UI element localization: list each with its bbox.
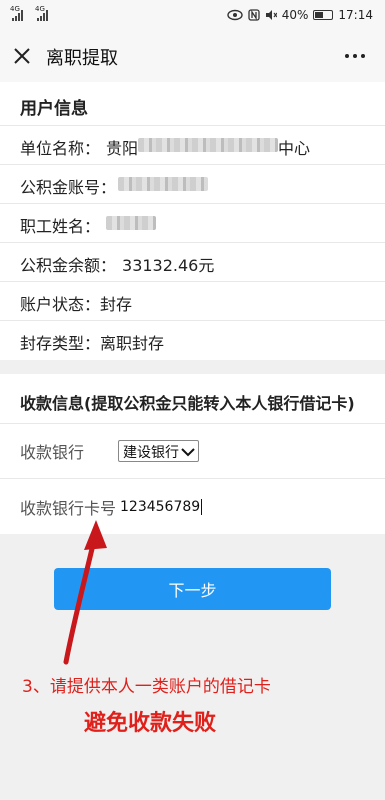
user-info-card: 用户信息 单位名称： 贵阳 中心 公积金账号： 职工姓名： 公积金余额： 331… xyxy=(0,82,385,360)
seal-type-row: 封存类型： 离职封存 xyxy=(0,321,385,360)
name-label: 职工姓名： xyxy=(20,217,101,236)
chevron-down-icon xyxy=(181,447,195,456)
user-info-heading: 用户信息 xyxy=(0,82,385,126)
name-row: 职工姓名： xyxy=(0,204,385,243)
employer-label: 单位名称： xyxy=(20,139,101,158)
annotation-text-line2: 避免收款失败 xyxy=(84,711,217,736)
card-number-label: 收款银行卡号 xyxy=(20,498,117,518)
redacted-employer xyxy=(138,138,279,152)
account-row: 公积金账号： xyxy=(0,165,385,204)
annotation-text-line1: 3、请提供本人一类账户的借记卡 xyxy=(22,677,271,697)
more-icon[interactable] xyxy=(345,46,367,66)
status-bar: 4G 4G 40% 17:14 xyxy=(0,0,385,30)
card-number-value: 123456789 xyxy=(120,498,201,515)
seal-type-label: 封存类型： xyxy=(20,334,101,353)
nfc-icon xyxy=(248,9,260,21)
eye-icon xyxy=(227,9,243,21)
redacted-account xyxy=(118,177,209,191)
card-number-input[interactable]: 123456789 xyxy=(120,498,203,515)
employer-row: 单位名称： 贵阳 中心 xyxy=(0,126,385,165)
status-icons: 40% 17:14 xyxy=(227,8,373,22)
battery-percent: 40% xyxy=(281,8,309,22)
status-value: 封存 xyxy=(100,295,133,314)
title-bar: 离职提取 xyxy=(0,30,385,82)
signal-icon: 4G xyxy=(10,5,23,21)
account-label: 公积金账号： xyxy=(20,178,117,197)
payment-info-card: 收款信息(提取公积金只能转入本人银行借记卡) 收款银行 建设银行 收款银行卡号 … xyxy=(0,374,385,534)
bank-label: 收款银行 xyxy=(20,443,85,462)
balance-value: 33132.46元 xyxy=(122,256,215,275)
employer-suffix: 中心 xyxy=(278,139,311,158)
network-type-label: 4G xyxy=(35,5,45,13)
seal-type-value: 离职封存 xyxy=(100,334,165,353)
next-button[interactable]: 下一步 xyxy=(54,568,331,610)
status-row: 账户状态： 封存 xyxy=(0,282,385,321)
clock: 17:14 xyxy=(338,8,373,22)
balance-label: 公积金余额： xyxy=(20,256,117,275)
payment-info-heading: 收款信息(提取公积金只能转入本人银行借记卡) xyxy=(0,374,385,424)
status-label: 账户状态： xyxy=(20,295,101,314)
page-title: 离职提取 xyxy=(46,48,118,69)
card-number-row: 收款银行卡号 123456789 xyxy=(0,479,385,534)
redacted-name xyxy=(106,216,157,230)
bank-select[interactable]: 建设银行 xyxy=(118,440,200,462)
bank-select-value: 建设银行 xyxy=(123,444,180,461)
balance-row: 公积金余额： 33132.46元 xyxy=(0,243,385,282)
signal-indicators: 4G 4G xyxy=(10,5,48,21)
network-type-label: 4G xyxy=(10,5,20,13)
text-caret xyxy=(201,498,203,515)
battery-icon xyxy=(313,10,334,20)
signal-icon: 4G xyxy=(35,5,48,21)
close-icon[interactable] xyxy=(12,46,32,66)
mute-icon xyxy=(265,10,277,20)
bank-row: 收款银行 建设银行 xyxy=(0,424,385,479)
employer-prefix: 贵阳 xyxy=(106,139,139,158)
